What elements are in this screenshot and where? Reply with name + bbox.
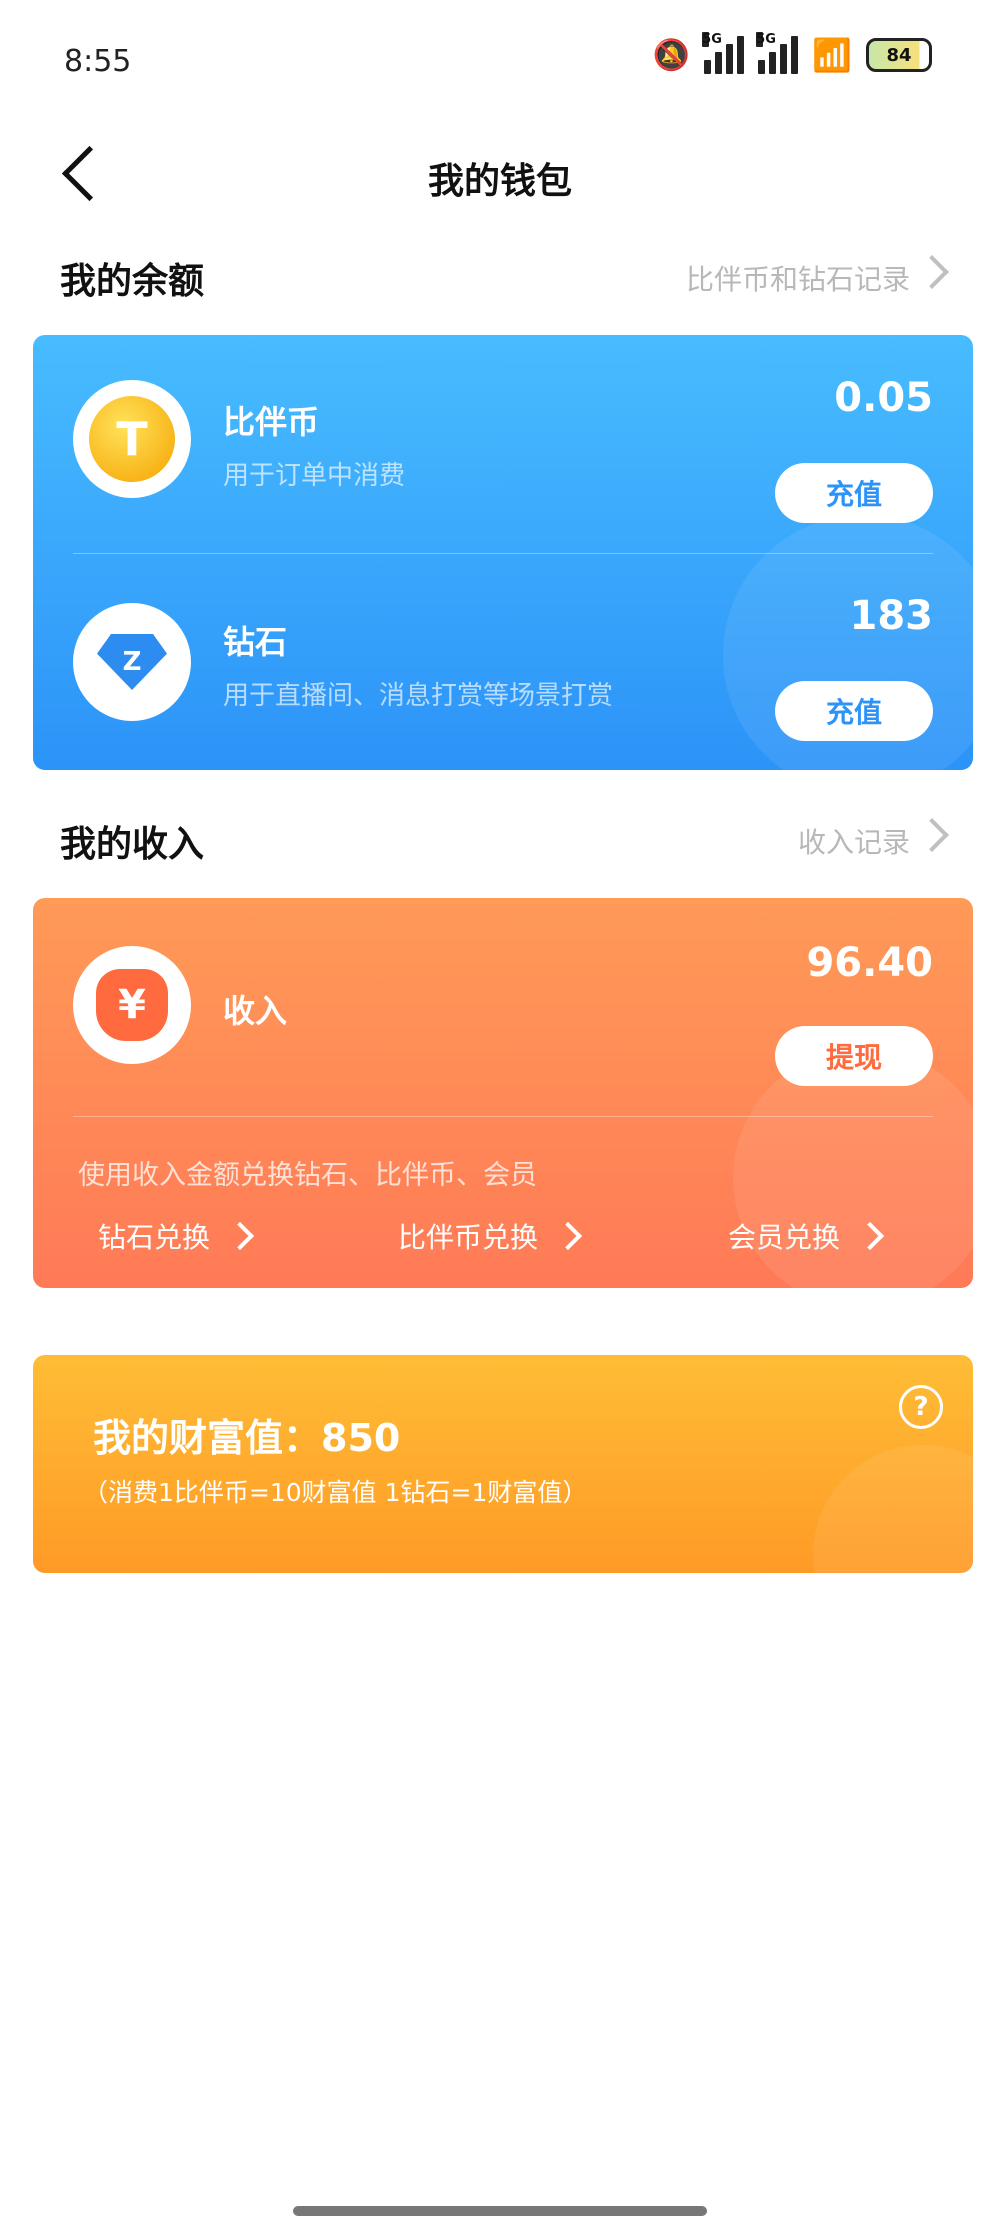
income-avatar: ¥ xyxy=(73,946,191,1064)
signal-icon: 5G xyxy=(702,32,745,74)
coin-amount: 0.05 xyxy=(834,375,933,421)
coin-diamond-records-link[interactable]: 比伴币和钻石记录 xyxy=(686,258,910,298)
balance-section-header: 我的余额 比伴币和钻石记录 xyxy=(60,240,950,310)
balance-section-title: 我的余额 xyxy=(60,261,205,302)
battery-icon: 84 xyxy=(866,38,932,72)
coin-icon: T xyxy=(89,396,175,482)
status-time: 8:55 xyxy=(64,44,132,79)
page-title: 我的钱包 xyxy=(427,161,572,202)
vip-exchange-label: 会员兑换 xyxy=(728,1221,841,1254)
chevron-right-icon xyxy=(553,1221,583,1251)
wealth-card: 我的财富值：850 （消费1比伴币=10财富值 1钻石=1财富值） ? xyxy=(33,1355,973,1573)
coin-recharge-button[interactable]: 充值 xyxy=(775,463,933,523)
status-icons: 🔕 5G 5G 📶 84 xyxy=(652,32,932,74)
coin-exchange-link[interactable]: 比伴币兑换 xyxy=(398,1216,583,1256)
diamond-exchange-label: 钻石兑换 xyxy=(98,1221,211,1254)
income-records-link[interactable]: 收入记录 xyxy=(798,821,910,861)
diamond-amount: 183 xyxy=(849,593,934,639)
money-bag-icon: ¥ xyxy=(96,969,168,1041)
income-card: ¥ 收入 96.40 提现 使用收入金额兑换钻石、比伴币、会员 钻石兑换 比伴币… xyxy=(33,898,973,1288)
vip-exchange-link[interactable]: 会员兑换 xyxy=(728,1216,885,1256)
balance-card: T 比伴币 用于订单中消费 0.05 充值 Z 钻石 用于直播间、消息打赏等场景… xyxy=(33,335,973,770)
divider xyxy=(73,553,933,554)
income-name: 收入 xyxy=(223,992,288,1030)
divider xyxy=(73,1116,933,1117)
signal-icon: 5G xyxy=(756,32,799,74)
bell-muted-icon: 🔕 xyxy=(652,37,691,73)
home-indicator[interactable] xyxy=(293,2206,707,2216)
wealth-note: （消费1比伴币=10财富值 1钻石=1财富值） xyxy=(83,1478,588,1507)
withdraw-button[interactable]: 提现 xyxy=(775,1026,933,1086)
diamond-exchange-link[interactable]: 钻石兑换 xyxy=(98,1216,255,1256)
chevron-right-icon[interactable] xyxy=(915,255,949,289)
diamond-avatar: Z xyxy=(73,603,191,721)
chevron-right-icon[interactable] xyxy=(915,818,949,852)
income-section-header: 我的收入 收入记录 xyxy=(60,803,950,873)
nav-bar: 我的钱包 xyxy=(0,130,1000,220)
diamond-desc: 用于直播间、消息打赏等场景打赏 xyxy=(223,681,614,711)
wifi-icon: 📶 xyxy=(812,36,852,74)
chevron-right-icon xyxy=(225,1221,255,1251)
diamond-recharge-button[interactable]: 充值 xyxy=(775,681,933,741)
diamond-icon: Z xyxy=(97,634,167,690)
help-icon[interactable]: ? xyxy=(899,1385,943,1429)
coin-desc: 用于订单中消费 xyxy=(223,461,406,491)
diamond-name: 钻石 xyxy=(223,623,288,661)
chevron-right-icon xyxy=(855,1221,885,1251)
coin-exchange-label: 比伴币兑换 xyxy=(398,1221,539,1254)
income-exchange-desc: 使用收入金额兑换钻石、比伴币、会员 xyxy=(78,1160,537,1191)
wealth-title: 我的财富值：850 xyxy=(93,1416,401,1460)
status-bar: 8:55 🔕 5G 5G 📶 84 xyxy=(0,0,1000,120)
income-amount: 96.40 xyxy=(806,940,933,986)
coin-avatar: T xyxy=(73,380,191,498)
income-section-title: 我的收入 xyxy=(60,824,205,865)
coin-name: 比伴币 xyxy=(223,403,320,441)
